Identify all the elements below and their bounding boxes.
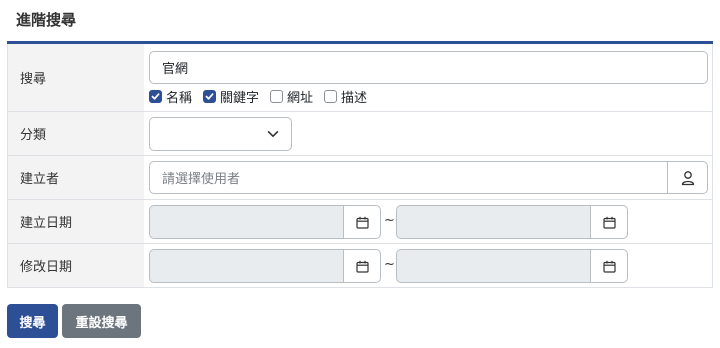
created-date-end-input[interactable] [396, 205, 590, 239]
calendar-icon [602, 260, 616, 273]
option-description-checkbox[interactable]: 描述 [324, 87, 367, 106]
advanced-search-form: 搜尋 官網 名稱 關鍵字 網址 描述 分類 建立者 請選擇使用者 建立日期 ~ … [7, 44, 713, 288]
search-label: 搜尋 [8, 44, 144, 111]
search-row: 搜尋 官網 名稱 關鍵字 網址 描述 [8, 44, 712, 111]
option-name-label: 名稱 [166, 91, 193, 106]
created-date-end-calendar-button[interactable] [590, 205, 628, 239]
chevron-down-icon [267, 131, 279, 137]
created-date-start [149, 205, 381, 239]
option-keyword-label: 關鍵字 [220, 91, 260, 106]
select-user-button[interactable] [667, 162, 707, 193]
option-description-label: 描述 [341, 91, 368, 106]
creator-placeholder: 請選擇使用者 [162, 172, 241, 187]
category-row: 分類 [8, 111, 712, 155]
date-range-separator: ~ [384, 257, 395, 272]
modified-date-start-calendar-button[interactable] [343, 249, 381, 283]
created-date-start-calendar-button[interactable] [343, 205, 381, 239]
creator-row: 建立者 請選擇使用者 [8, 155, 712, 199]
created-date-row: 建立日期 ~ [8, 199, 712, 243]
modified-date-end-input[interactable] [396, 249, 590, 283]
option-url-checkbox[interactable]: 網址 [270, 87, 313, 106]
search-button[interactable]: 搜尋 [7, 304, 58, 338]
category-label: 分類 [8, 112, 144, 155]
date-range-separator: ~ [384, 213, 395, 228]
search-input-value: 官網 [162, 62, 189, 77]
created-date-start-input[interactable] [149, 205, 343, 239]
creator-input[interactable]: 請選擇使用者 [149, 161, 708, 194]
modified-date-start [149, 249, 381, 283]
calendar-icon [602, 216, 616, 229]
modified-date-label: 修改日期 [8, 244, 144, 287]
created-date-end [396, 205, 628, 239]
modified-date-start-input[interactable] [149, 249, 343, 283]
user-icon [681, 170, 694, 185]
creator-label: 建立者 [8, 156, 144, 199]
calendar-icon [355, 216, 369, 229]
modified-date-row: 修改日期 ~ [8, 243, 712, 287]
option-keyword-checkbox[interactable]: 關鍵字 [203, 87, 259, 106]
modified-date-end [396, 249, 628, 283]
search-input[interactable]: 官網 [149, 51, 708, 84]
reset-search-button[interactable]: 重設搜尋 [62, 304, 141, 338]
page-title: 進階搜尋 [16, 11, 77, 29]
modified-date-end-calendar-button[interactable] [590, 249, 628, 283]
option-url-label: 網址 [287, 91, 314, 106]
category-select[interactable] [149, 117, 292, 151]
check-icon [203, 90, 217, 103]
search-field-options: 名稱 關鍵字 網址 描述 [149, 87, 378, 106]
check-icon [149, 90, 162, 103]
created-date-label: 建立日期 [8, 200, 144, 243]
option-name-checkbox[interactable]: 名稱 [149, 87, 192, 106]
calendar-icon [355, 260, 369, 273]
